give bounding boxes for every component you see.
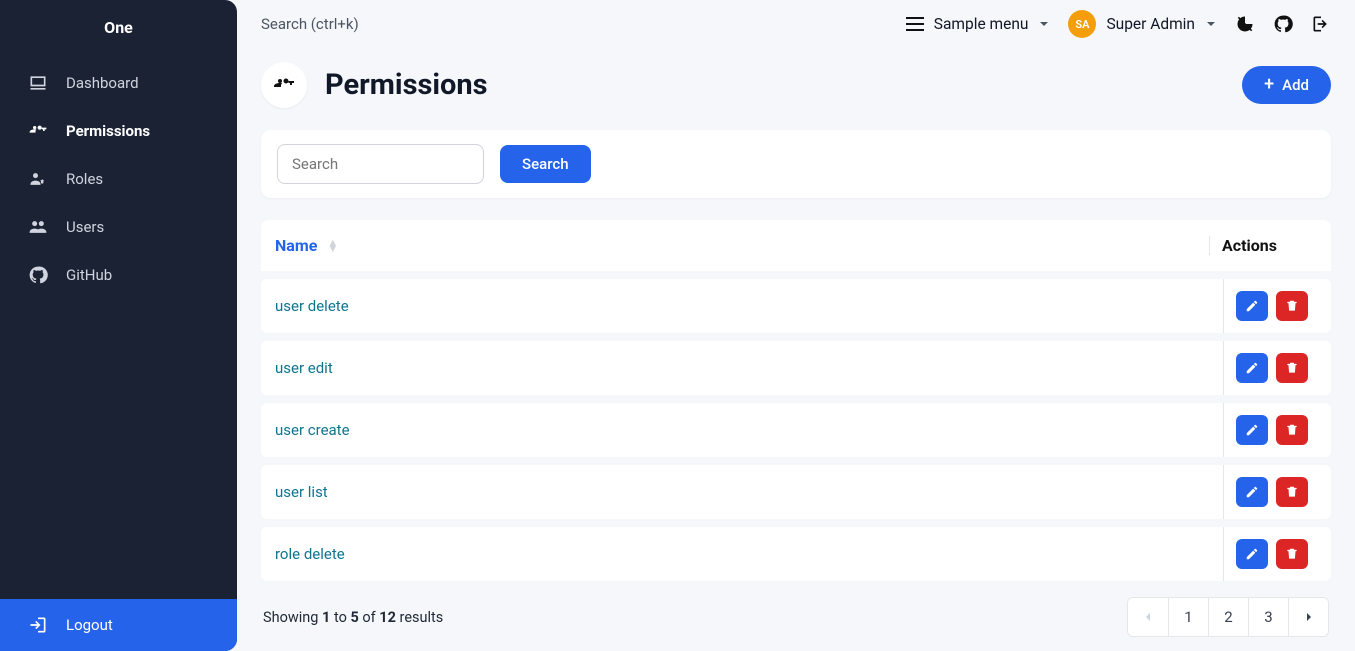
pagination-prev[interactable] [1128,598,1168,636]
edit-button[interactable] [1236,291,1268,321]
edit-button[interactable] [1236,477,1268,507]
edit-icon [1245,299,1259,313]
page-icon-wrap [261,62,307,108]
page-head-left: Permissions [261,62,488,108]
sidebar-item-users[interactable]: Users [0,203,237,251]
page-head: Permissions + Add [261,62,1331,108]
edit-icon [1245,485,1259,499]
add-label: Add [1282,76,1309,94]
hamburger-icon [906,17,924,31]
sidebar-item-permissions[interactable]: Permissions [0,107,237,155]
search-button[interactable]: Search [500,145,591,183]
pagination: Showing 1 to 5 of 12 results 1 2 3 [261,581,1331,647]
page-title: Permissions [325,68,488,102]
pagination-page[interactable]: 2 [1208,598,1248,636]
github-icon [28,265,48,285]
trash-icon [1285,485,1299,499]
search-input[interactable] [277,144,484,184]
logout-label: Logout [66,616,113,634]
table-row: user edit [261,341,1331,395]
sidebar-item-dashboard[interactable]: Dashboard [0,59,237,107]
column-actions: Actions [1209,236,1317,255]
sidebar: One Dashboard Permissions Roles Users Gi… [0,0,237,651]
table-row: user create [261,403,1331,457]
chevron-left-icon [1142,611,1154,623]
github-icon[interactable] [1273,14,1293,34]
sidebar-nav: Dashboard Permissions Roles Users GitHub [0,51,237,599]
trash-icon [1285,547,1299,561]
row-actions [1223,403,1331,457]
permissions-table: Name ▲▼ Actions user delete user edit [261,220,1331,581]
edit-icon [1245,547,1259,561]
search-hint[interactable]: Search (ctrl+k) [261,15,359,33]
permission-name-link[interactable]: user edit [261,341,1223,395]
table-row: role delete [261,527,1331,581]
roles-icon [28,169,48,189]
sidebar-item-label: Users [66,218,104,236]
delete-button[interactable] [1276,291,1308,321]
sidebar-item-github[interactable]: GitHub [0,251,237,299]
permission-name-link[interactable]: user create [261,403,1223,457]
table-row: user delete [261,279,1331,333]
row-actions [1223,465,1331,519]
trash-icon [1285,423,1299,437]
edit-button[interactable] [1236,539,1268,569]
chevron-down-icon [1038,18,1050,30]
content: Permissions + Add Search Name ▲▼ Actions [237,44,1355,651]
column-name[interactable]: Name ▲▼ [275,236,1209,255]
edit-button[interactable] [1236,415,1268,445]
monitor-icon [28,73,48,93]
main: Search (ctrl+k) Sample menu SA Super Adm… [237,0,1355,651]
edit-icon [1245,361,1259,375]
row-actions [1223,341,1331,395]
permission-name-link[interactable]: user delete [261,279,1223,333]
user-menu-dropdown[interactable]: SA Super Admin [1068,10,1217,38]
add-button[interactable]: + Add [1242,66,1331,104]
permission-name-link[interactable]: role delete [261,527,1223,581]
users-icon [28,217,48,237]
logout-button[interactable]: Logout [0,599,237,651]
trash-icon [1285,361,1299,375]
sample-menu-dropdown[interactable]: Sample menu [906,15,1051,33]
pagination-status: Showing 1 to 5 of 12 results [263,609,443,626]
column-name-label: Name [275,236,317,255]
brand-title[interactable]: One [0,0,237,51]
sidebar-item-label: Permissions [66,122,150,140]
delete-button[interactable] [1276,477,1308,507]
topbar-right: Sample menu SA Super Admin [906,10,1331,38]
sort-icon[interactable]: ▲▼ [327,240,338,251]
sidebar-item-label: Roles [66,170,103,188]
pagination-page[interactable]: 1 [1168,598,1208,636]
key-person-icon [272,73,296,97]
theme-toggle-icon[interactable] [1235,14,1255,34]
sidebar-item-roles[interactable]: Roles [0,155,237,203]
edit-button[interactable] [1236,353,1268,383]
topbar: Search (ctrl+k) Sample menu SA Super Adm… [237,0,1355,44]
pagination-next[interactable] [1288,598,1328,636]
table-row: user list [261,465,1331,519]
chevron-right-icon [1303,611,1315,623]
delete-button[interactable] [1276,353,1308,383]
pagination-buttons: 1 2 3 [1127,597,1329,637]
delete-button[interactable] [1276,415,1308,445]
permission-name-link[interactable]: user list [261,465,1223,519]
sidebar-item-label: GitHub [66,266,112,284]
search-bar: Search [261,130,1331,198]
user-name: Super Admin [1106,15,1195,33]
key-person-icon [28,121,48,141]
row-actions [1223,527,1331,581]
edit-icon [1245,423,1259,437]
delete-button[interactable] [1276,539,1308,569]
avatar: SA [1068,10,1096,38]
chevron-down-icon [1205,18,1217,30]
row-actions [1223,279,1331,333]
logout-icon[interactable] [1311,14,1331,34]
sidebar-item-label: Dashboard [66,74,139,92]
sample-menu-label: Sample menu [934,15,1029,33]
table-header: Name ▲▼ Actions [261,220,1331,271]
logout-icon [28,615,48,635]
pagination-page[interactable]: 3 [1248,598,1288,636]
plus-icon: + [1264,76,1274,94]
trash-icon [1285,299,1299,313]
